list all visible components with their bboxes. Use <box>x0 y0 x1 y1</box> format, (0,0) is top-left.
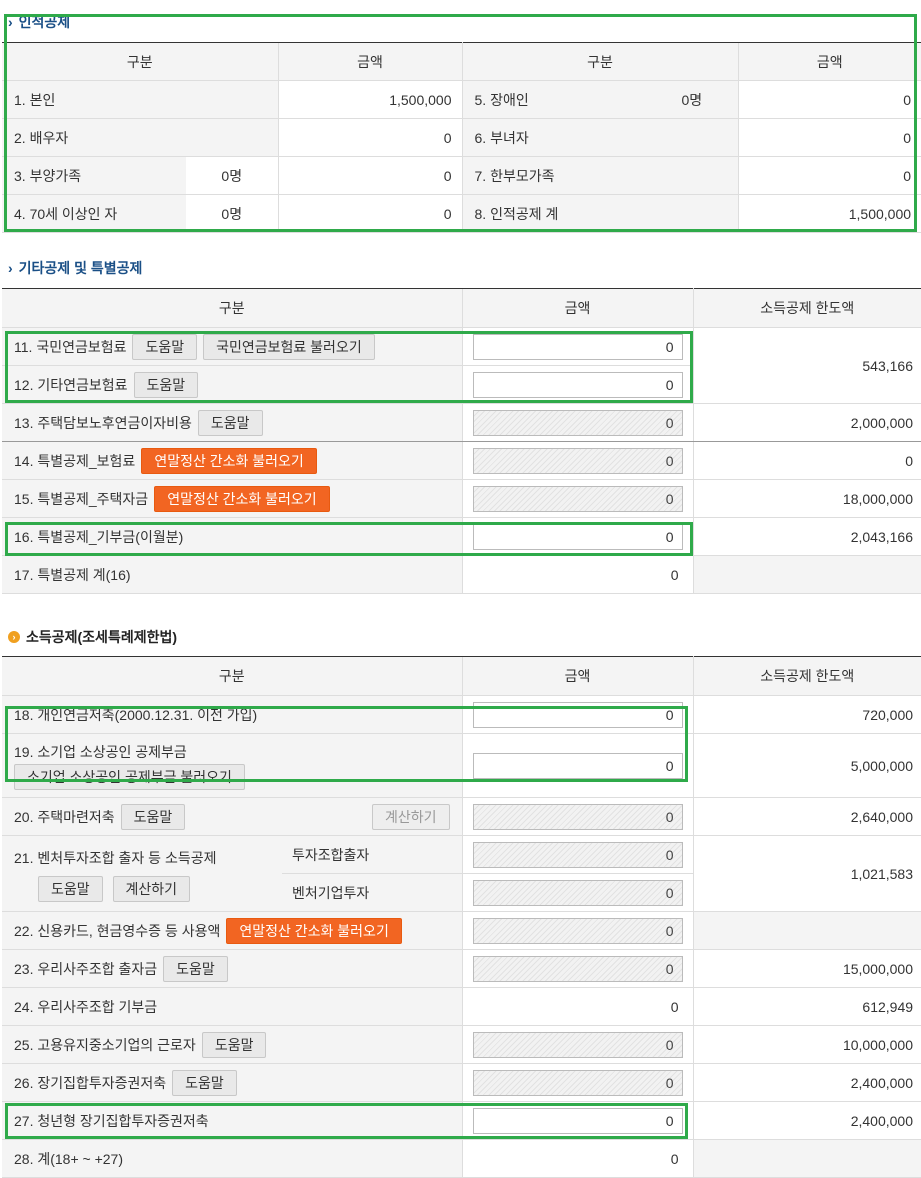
section-special-title: › 기타공제 및 특별공제 <box>8 260 143 276</box>
table-row: 18. 개인연금저축(2000.12.31. 이전 가입) 0 720,000 <box>2 695 921 734</box>
special-housing-input: 0 <box>472 485 683 512</box>
personal-deduction-table: 구분 금액 구분 금액 1. 본인 1,500,000 5. 장애인 0명 0 … <box>2 42 921 233</box>
calculate-button[interactable]: 계산하기 <box>112 876 191 902</box>
section-tax-title: › 소득공제(조세특례제한법) <box>8 627 177 647</box>
youth-fund-input[interactable]: 0 <box>472 1107 683 1134</box>
small-business-input[interactable]: 0 <box>472 752 683 779</box>
employment-retention-input: 0 <box>472 1031 683 1058</box>
table-row: 25. 고용유지중소기업의 근로자 도움말 0 10,000,000 <box>2 1025 921 1064</box>
table-row: 2. 배우자 0 6. 부녀자 0 <box>2 118 921 157</box>
help-button[interactable]: 도움말 <box>163 955 228 982</box>
national-pension-input[interactable]: 0 <box>472 333 683 360</box>
header-category: 구분 <box>2 288 462 328</box>
table-row: 21. 벤처투자조합 출자 등 소득공제 도움말 계산하기 투자조합출자 0 1… <box>2 835 921 912</box>
table-row: 27. 청년형 장기집합투자증권저축 0 2,400,000 <box>2 1101 921 1140</box>
calculate-button[interactable]: 계산하기 <box>371 803 450 830</box>
table-row: 4. 70세 이상인 자 0명 0 8. 인적공제 계 1,500,000 <box>2 194 921 233</box>
help-button[interactable]: 도움말 <box>172 1069 237 1096</box>
help-button[interactable]: 도움말 <box>132 333 198 360</box>
help-button[interactable]: 도움말 <box>133 371 199 398</box>
venture-fund-input: 0 <box>472 841 683 868</box>
chevron-right-icon: › <box>8 14 13 30</box>
table-row: 23. 우리사주조합 출자금 도움말 0 15,000,000 <box>2 949 921 988</box>
header-category-2: 구분 <box>462 42 739 81</box>
table-row: 16. 특별공제_기부금(이월분) 0 2,043,166 <box>2 517 921 556</box>
table-row: 28. 계(18+ ~ +27) 0 <box>2 1139 921 1178</box>
table-row: 11. 국민연금보험료 도움말 국민연금보험료 불러오기 0 543,166 <box>2 327 921 404</box>
table-row: 3. 부양가족 0명 0 7. 한부모가족 0 <box>2 156 921 195</box>
table-row: 22. 신용카드, 현금영수증 등 사용액 연말정산 간소화 불러오기 0 <box>2 911 921 950</box>
header-amount-2: 금액 <box>737 42 921 81</box>
table-row: 13. 주택담보노후연금이자비용 도움말 0 2,000,000 <box>2 403 921 442</box>
esop-contribution-input: 0 <box>472 955 683 982</box>
section-personal-title: › 인적공제 <box>8 14 71 30</box>
help-button[interactable]: 도움말 <box>197 409 263 436</box>
venture-company-input: 0 <box>472 879 683 906</box>
table-row: 14. 특별공제_보험료 연말정산 간소화 불러오기 0 0 <box>2 441 921 480</box>
mortgage-interest-input: 0 <box>472 409 683 436</box>
header-amount: 금액 <box>461 288 694 328</box>
table-row: 1. 본인 1,500,000 5. 장애인 0명 0 <box>2 80 921 119</box>
credit-card-input: 0 <box>472 917 683 944</box>
simplified-load-button[interactable]: 연말정산 간소화 불러오기 <box>226 917 402 944</box>
simplified-load-button[interactable]: 연말정산 간소화 불러오기 <box>141 447 317 474</box>
other-pension-input[interactable]: 0 <box>472 371 683 398</box>
table-row: 20. 주택마련저축 도움말 계산하기 0 2,640,000 <box>2 797 921 836</box>
circle-arrow-icon: › <box>8 631 20 643</box>
table-row: 15. 특별공제_주택자금 연말정산 간소화 불러오기 0 18,000,000 <box>2 479 921 518</box>
table-row: 17. 특별공제 계(16) 0 <box>2 555 921 594</box>
chevron-right-icon: › <box>8 260 13 276</box>
table-row: 26. 장기집합투자증권저축 도움말 0 2,400,000 <box>2 1063 921 1102</box>
help-button[interactable]: 도움말 <box>120 803 186 830</box>
header-amount: 금액 <box>277 42 463 81</box>
header-limit: 소득공제 한도액 <box>693 288 921 328</box>
help-button[interactable]: 도움말 <box>201 1031 267 1058</box>
load-small-business-button[interactable]: 소기업 소상공인 공제부금 불러오기 <box>14 763 245 790</box>
housing-savings-input: 0 <box>472 803 683 830</box>
load-pension-button[interactable]: 국민연금보험료 불러오기 <box>203 333 375 360</box>
header-limit: 소득공제 한도액 <box>693 656 921 696</box>
help-button[interactable]: 도움말 <box>38 876 103 902</box>
table-row: 24. 우리사주조합 기부금 0 612,949 <box>2 987 921 1026</box>
simplified-load-button[interactable]: 연말정산 간소화 불러오기 <box>154 485 330 512</box>
header-amount: 금액 <box>461 656 694 696</box>
tax-deduction-table: 구분 금액 소득공제 한도액 18. 개인연금저축(2000.12.31. 이전… <box>2 656 921 1178</box>
header-category: 구분 <box>2 656 463 696</box>
special-deduction-table: 구분 금액 소득공제 한도액 11. 국민연금보험료 도움말 국민연금보험료 불… <box>2 288 921 594</box>
special-insurance-input: 0 <box>472 447 683 474</box>
long-term-fund-input: 0 <box>472 1069 683 1096</box>
table-row: 19. 소기업 소상공인 공제부금 소기업 소상공인 공제부금 불러오기 0 5… <box>2 733 921 798</box>
header-category: 구분 <box>2 42 279 81</box>
personal-pension-input[interactable]: 0 <box>472 701 683 728</box>
donation-carryover-input[interactable]: 0 <box>472 523 683 550</box>
